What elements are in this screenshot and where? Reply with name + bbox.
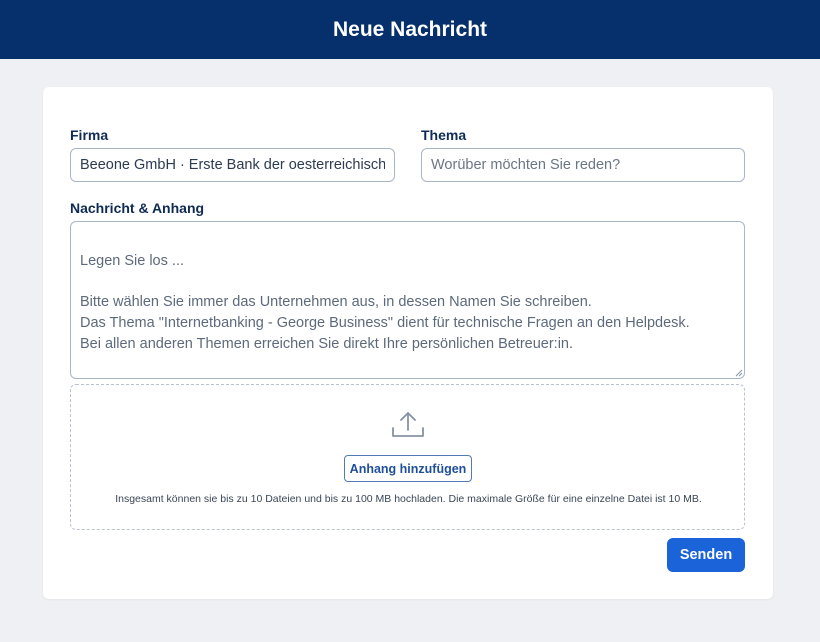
firma-select[interactable]: [70, 148, 395, 182]
send-button[interactable]: Senden: [667, 538, 745, 572]
upload-limits-hint: Insgesamt können sie bis zu 10 Dateien u…: [115, 493, 702, 505]
thema-label: Thema: [421, 127, 467, 143]
thema-input[interactable]: [421, 148, 745, 182]
firma-label: Firma: [70, 127, 109, 143]
message-placeholder: Legen Sie los ... Bitte wählen Sie immer…: [80, 252, 690, 352]
resize-grip-icon[interactable]: [735, 369, 743, 377]
upload-icon: [392, 412, 424, 437]
message-form-card: Firma Thema Nachricht & Anhang Legen Sie…: [43, 87, 773, 599]
page-header: Neue Nachricht: [0, 0, 820, 59]
message-label: Nachricht & Anhang: [70, 200, 205, 216]
add-attachment-button[interactable]: Anhang hinzufügen: [344, 455, 472, 482]
message-textarea[interactable]: Legen Sie los ... Bitte wählen Sie immer…: [70, 221, 745, 379]
attachment-dropzone[interactable]: Anhang hinzufügen Insgesamt können sie b…: [70, 384, 745, 530]
page-title: Neue Nachricht: [332, 17, 488, 41]
